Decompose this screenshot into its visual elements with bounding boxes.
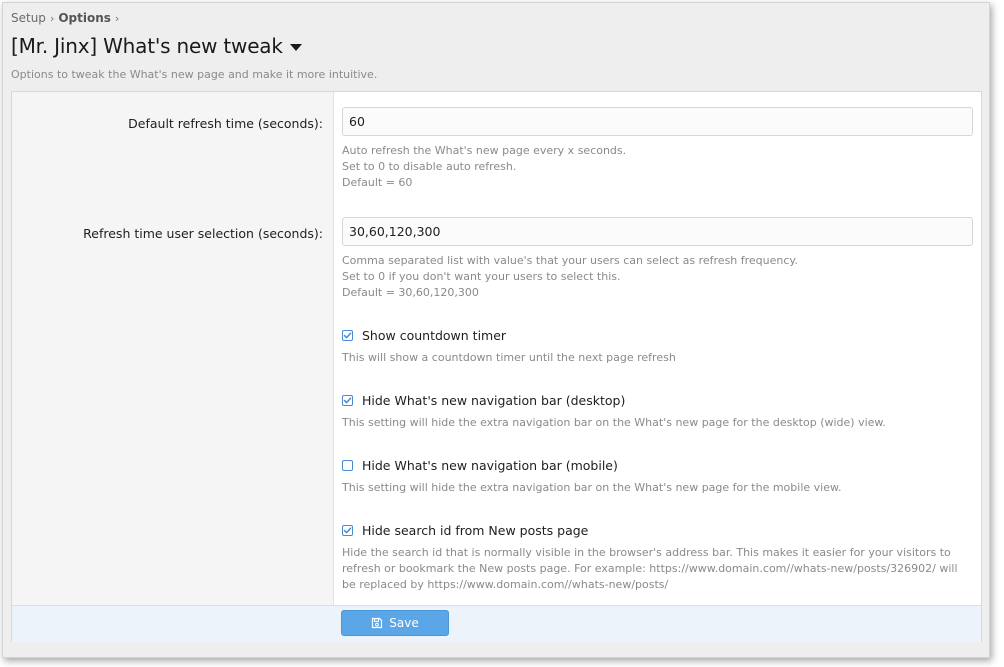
chevron-right-icon: › <box>114 11 120 25</box>
hint-line: Default = 60 <box>342 176 413 189</box>
refresh-selection-hint: Comma separated list with value's that y… <box>342 253 798 301</box>
page-title-text: [Mr. Jinx] What's new tweak <box>11 34 283 58</box>
countdown-timer-checkbox[interactable] <box>342 330 353 341</box>
hide-search-id-label[interactable]: Hide search id from New posts page <box>362 523 588 538</box>
check-icon <box>343 527 352 534</box>
hint-text: Hide the search id that is normally visi… <box>342 546 958 591</box>
hide-nav-desktop-hint: This setting will hide the extra navigat… <box>342 416 886 429</box>
options-panel: Default refresh time (seconds): Refresh … <box>11 91 982 642</box>
breadcrumb-options[interactable]: Options <box>58 11 111 25</box>
hint-line: Default = 30,60,120,300 <box>342 286 479 299</box>
countdown-timer-option[interactable]: Show countdown timer <box>342 328 506 343</box>
label-column: Default refresh time (seconds): Refresh … <box>12 92 334 605</box>
hide-nav-mobile-option[interactable]: Hide What's new navigation bar (mobile) <box>342 458 618 473</box>
hide-nav-mobile-label[interactable]: Hide What's new navigation bar (mobile) <box>362 458 618 473</box>
hide-nav-desktop-option[interactable]: Hide What's new navigation bar (desktop) <box>342 393 625 408</box>
refresh-selection-label: Refresh time user selection (seconds): <box>83 226 323 241</box>
hide-nav-mobile-checkbox[interactable] <box>342 460 353 471</box>
countdown-timer-hint: This will show a countdown timer until t… <box>342 351 676 364</box>
hide-nav-desktop-checkbox[interactable] <box>342 395 353 406</box>
refresh-time-label: Default refresh time (seconds): <box>128 116 323 131</box>
page-title[interactable]: [Mr. Jinx] What's new tweak <box>11 34 302 58</box>
countdown-timer-label[interactable]: Show countdown timer <box>362 328 506 343</box>
hide-nav-mobile-hint: This setting will hide the extra navigat… <box>342 481 842 494</box>
options-window: Setup › Options › [Mr. Jinx] What's new … <box>2 2 990 658</box>
breadcrumb-setup[interactable]: Setup <box>11 11 46 25</box>
check-icon <box>343 332 352 339</box>
hint-line: Auto refresh the What's new page every x… <box>342 144 627 157</box>
check-icon <box>343 397 352 404</box>
chevron-right-icon: › <box>49 11 55 25</box>
form-footer: Save <box>12 605 981 642</box>
hint-line: Set to 0 to disable auto refresh. <box>342 160 517 173</box>
hide-search-id-checkbox[interactable] <box>342 525 353 536</box>
floppy-disk-icon <box>371 617 383 629</box>
save-button-label: Save <box>389 616 419 630</box>
hide-search-id-hint: Hide the search id that is normally visi… <box>342 545 967 593</box>
breadcrumb: Setup › Options › <box>11 11 123 25</box>
hide-search-id-option[interactable]: Hide search id from New posts page <box>342 523 588 538</box>
refresh-time-input[interactable] <box>342 107 973 136</box>
save-button[interactable]: Save <box>341 610 449 636</box>
hint-line: Comma separated list with value's that y… <box>342 254 798 267</box>
page-subtitle: Options to tweak the What's new page and… <box>11 68 378 81</box>
refresh-time-hint: Auto refresh the What's new page every x… <box>342 143 626 191</box>
hint-line: Set to 0 if you don't want your users to… <box>342 270 621 283</box>
caret-down-icon[interactable] <box>289 43 302 51</box>
refresh-selection-input[interactable] <box>342 217 973 246</box>
hide-nav-desktop-label[interactable]: Hide What's new navigation bar (desktop) <box>362 393 625 408</box>
